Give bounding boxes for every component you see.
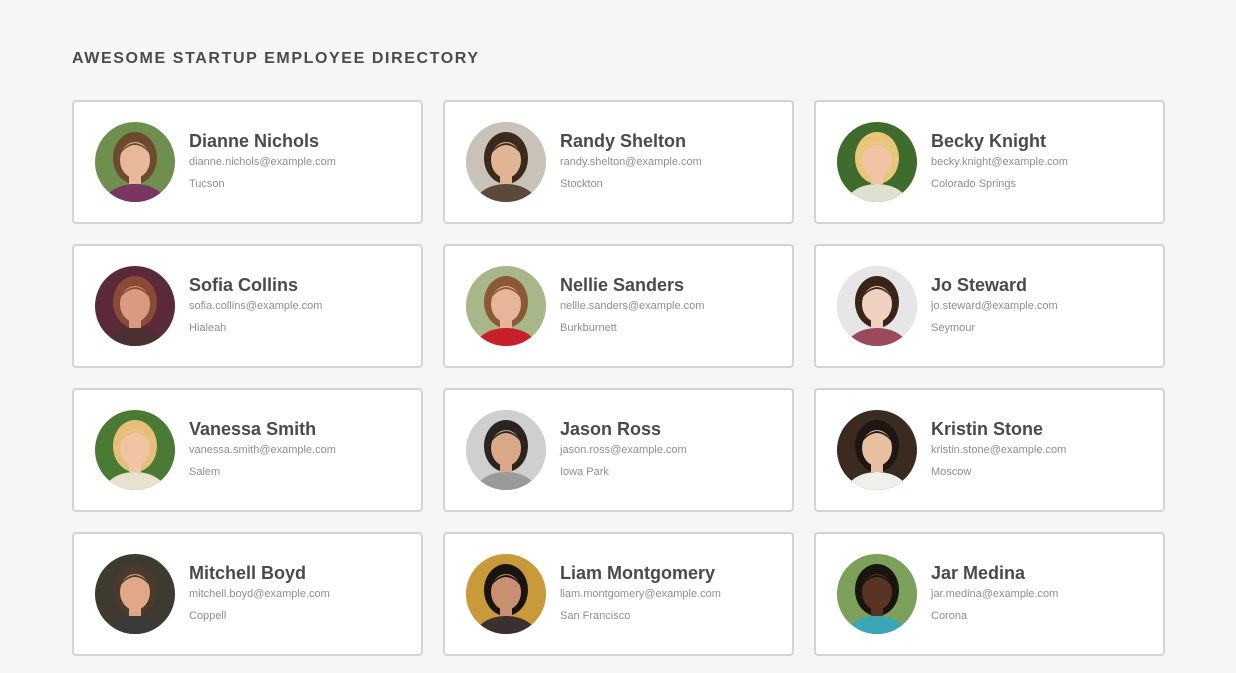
employee-name[interactable]: Jo Steward: [931, 275, 1058, 295]
employee-email: becky.knight@example.com: [931, 156, 1068, 168]
employee-email: jar.medina@example.com: [931, 588, 1059, 600]
employee-card[interactable]: Sofia Collins sofia.collins@example.com Hi…: [72, 244, 423, 368]
directory-page: AWESOME STARTUP EMPLOYEE DIRECTORY Diann…: [0, 0, 1236, 673]
employee-avatar[interactable]: [95, 122, 175, 202]
employee-city: Salem: [189, 466, 221, 478]
employee-city: Corona: [931, 610, 968, 622]
employee-card[interactable]: Jar Medina jar.medina@example.com Corona: [814, 532, 1165, 656]
employee-email: nellie.sanders@example.com: [560, 300, 705, 312]
employee-card[interactable]: Jo Steward jo.steward@example.com Seymour: [814, 244, 1165, 368]
employee-name[interactable]: Becky Knight: [931, 131, 1068, 151]
employee-info: Becky Knight becky.knight@example.com Colo…: [931, 131, 1068, 191]
employee-email: kristin.stone@example.com: [931, 444, 1067, 456]
employee-card[interactable]: Randy Shelton randy.shelton@example.com St…: [443, 100, 794, 224]
employee-card[interactable]: Nellie Sanders nellie.sanders@example.com…: [443, 244, 794, 368]
employee-card[interactable]: Becky Knight becky.knight@example.com Colo…: [814, 100, 1165, 224]
employee-info: Jason Ross jason.ross@example.com Iowa Par…: [560, 419, 687, 479]
employee-city: Colorado Springs: [931, 178, 1016, 190]
employee-avatar[interactable]: [95, 554, 175, 634]
employee-city: Tucson: [189, 178, 225, 190]
employee-email: randy.shelton@example.com: [560, 156, 702, 168]
employee-city: Burkburnett: [560, 322, 617, 334]
employee-city: Hialeah: [189, 322, 227, 334]
employee-info: Randy Shelton randy.shelton@example.com St…: [560, 131, 702, 191]
employee-card[interactable]: Jason Ross jason.ross@example.com Iowa Par…: [443, 388, 794, 512]
page-title: AWESOME STARTUP EMPLOYEE DIRECTORY: [72, 50, 480, 67]
employee-avatar[interactable]: [837, 554, 917, 634]
employee-avatar[interactable]: [466, 554, 546, 634]
employee-info: Vanessa Smith vanessa.smith@example.com Sa…: [189, 419, 336, 479]
employee-avatar[interactable]: [95, 266, 175, 346]
employee-name[interactable]: Sofia Collins: [189, 275, 322, 295]
employee-name[interactable]: Jar Medina: [931, 563, 1058, 583]
employee-info: Kristin Stone kristin.stone@example.com Mo…: [931, 419, 1066, 479]
employee-grid: Dianne Nichols dianne.nichols@example.com…: [72, 100, 1165, 656]
employee-avatar[interactable]: [95, 410, 175, 490]
employee-city: Stockton: [560, 178, 603, 190]
employee-name[interactable]: Mitchell Boyd: [189, 563, 330, 583]
employee-name[interactable]: Vanessa Smith: [189, 419, 336, 439]
employee-avatar[interactable]: [837, 122, 917, 202]
employee-info: Liam Montgomery liam.montgomery@example.c…: [560, 563, 721, 623]
employee-card[interactable]: Dianne Nichols dianne.nichols@example.com…: [72, 100, 423, 224]
employee-city: Coppell: [189, 610, 227, 622]
employee-city: Moscow: [931, 466, 972, 478]
employee-info: Dianne Nichols dianne.nichols@example.com…: [189, 131, 336, 191]
employee-name[interactable]: Jason Ross: [560, 419, 687, 439]
employee-card[interactable]: Kristin Stone kristin.stone@example.com Mo…: [814, 388, 1165, 512]
employee-avatar[interactable]: [466, 410, 546, 490]
employee-info: Nellie Sanders nellie.sanders@example.com…: [560, 275, 704, 335]
employee-avatar[interactable]: [837, 266, 917, 346]
employee-info: Sofia Collins sofia.collins@example.com Hi…: [189, 275, 322, 335]
employee-email: vanessa.smith@example.com: [189, 444, 336, 456]
employee-name[interactable]: Kristin Stone: [931, 419, 1066, 439]
employee-avatar[interactable]: [466, 266, 546, 346]
employee-email: sofia.collins@example.com: [189, 300, 323, 312]
employee-name[interactable]: Randy Shelton: [560, 131, 702, 151]
employee-name[interactable]: Nellie Sanders: [560, 275, 704, 295]
employee-name[interactable]: Liam Montgomery: [560, 563, 721, 583]
employee-email: mitchell.boyd@example.com: [189, 588, 330, 600]
employee-info: Mitchell Boyd mitchell.boyd@example.com Co…: [189, 563, 330, 623]
employee-avatar[interactable]: [466, 122, 546, 202]
employee-email: jo.steward@example.com: [931, 300, 1058, 312]
employee-name[interactable]: Dianne Nichols: [189, 131, 336, 151]
employee-card[interactable]: Liam Montgomery liam.montgomery@example.c…: [443, 532, 794, 656]
employee-avatar[interactable]: [837, 410, 917, 490]
employee-city: Iowa Park: [560, 466, 609, 478]
employee-info: Jo Steward jo.steward@example.com Seymour: [931, 275, 1058, 335]
employee-city: Seymour: [931, 322, 976, 334]
employee-email: dianne.nichols@example.com: [189, 156, 336, 168]
employee-email: jason.ross@example.com: [560, 444, 687, 456]
employee-info: Jar Medina jar.medina@example.com Corona: [931, 563, 1058, 623]
employee-email: liam.montgomery@example.com: [560, 588, 721, 600]
employee-card[interactable]: Mitchell Boyd mitchell.boyd@example.com Co…: [72, 532, 423, 656]
employee-city: San Francisco: [560, 610, 631, 622]
employee-card[interactable]: Vanessa Smith vanessa.smith@example.com Sa…: [72, 388, 423, 512]
